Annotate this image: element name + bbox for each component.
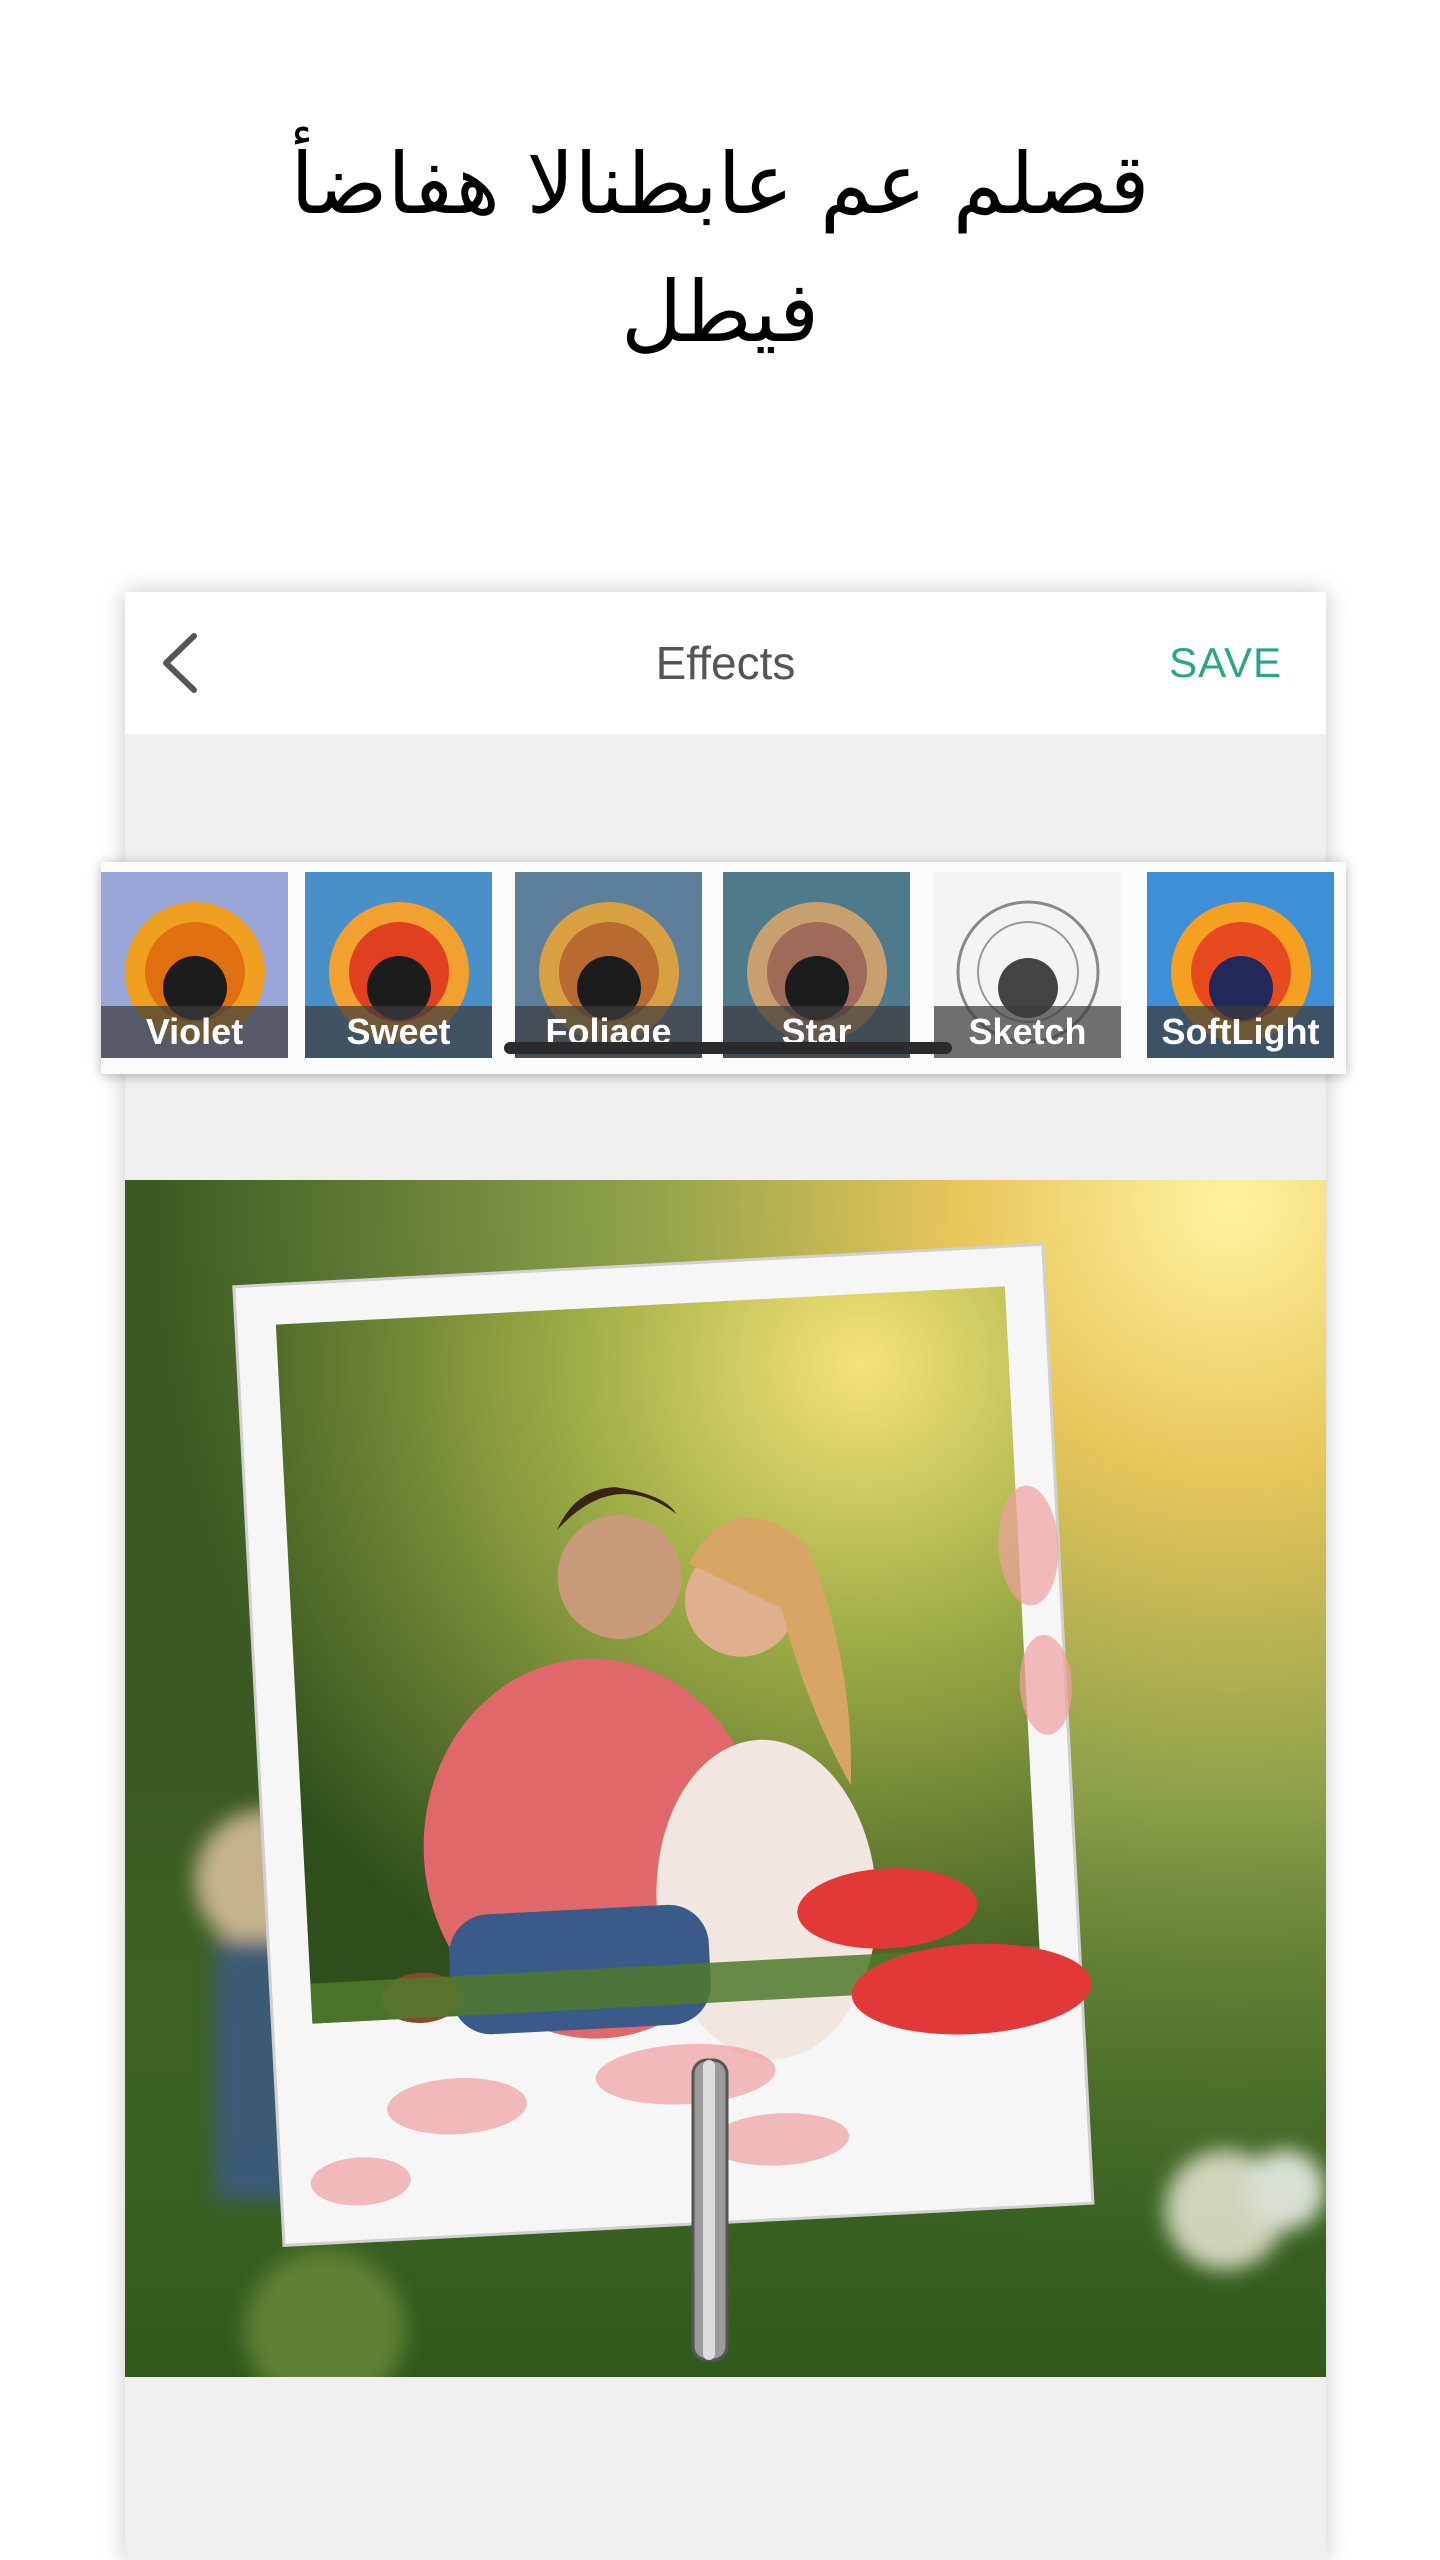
scroll-indicator[interactable] — [504, 1042, 952, 1054]
nav-bar: Effects SAVE — [125, 592, 1326, 734]
effect-label: Violet — [101, 1006, 288, 1058]
back-button[interactable] — [145, 628, 215, 698]
headline-line-1: قصلم عم عابطنالا هفاضأ — [290, 135, 1150, 233]
chevron-left-icon — [163, 633, 197, 693]
save-button[interactable]: SAVE — [1169, 592, 1282, 734]
effect-thumb-sketch[interactable]: Sketch — [934, 872, 1121, 1058]
effect-label: Sweet — [305, 1006, 492, 1058]
promo-headline: قصلم عم عابطنالا هفاضأ فيطل — [0, 120, 1440, 376]
effect-label: SoftLight — [1147, 1006, 1334, 1058]
photo-preview[interactable] — [125, 1180, 1326, 2377]
headline-line-2: فيطل — [620, 263, 820, 361]
effects-strip[interactable]: Violet Sweet Foliage Star Sketch SoftLig… — [101, 862, 1346, 1074]
effect-thumb-sweet[interactable]: Sweet — [305, 872, 492, 1058]
effect-label: Sketch — [934, 1006, 1121, 1058]
effect-thumb-star[interactable]: Star — [723, 872, 910, 1058]
page-title: Effects — [655, 637, 796, 689]
effect-thumb-foliage[interactable]: Foliage — [515, 872, 702, 1058]
effect-thumb-softlight[interactable]: SoftLight — [1147, 872, 1334, 1058]
effect-thumb-violet[interactable]: Violet — [101, 872, 288, 1058]
